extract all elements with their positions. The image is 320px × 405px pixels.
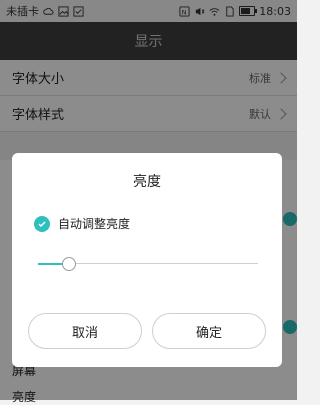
check-icon bbox=[38, 220, 46, 227]
dialog-title: 亮度 bbox=[133, 174, 161, 190]
ok-button[interactable]: 确定 bbox=[152, 313, 266, 349]
auto-brightness-checkbox[interactable] bbox=[34, 215, 50, 232]
auto-brightness-option[interactable]: 自动调整亮度 bbox=[34, 215, 130, 232]
cancel-button[interactable]: 取消 bbox=[28, 313, 142, 349]
slider-thumb[interactable] bbox=[61, 257, 76, 271]
auto-brightness-label: 自动调整亮度 bbox=[58, 217, 131, 231]
brightness-dialog: 亮度 自动调整亮度 取消 确定 bbox=[12, 153, 282, 367]
brightness-slider[interactable] bbox=[38, 257, 258, 271]
